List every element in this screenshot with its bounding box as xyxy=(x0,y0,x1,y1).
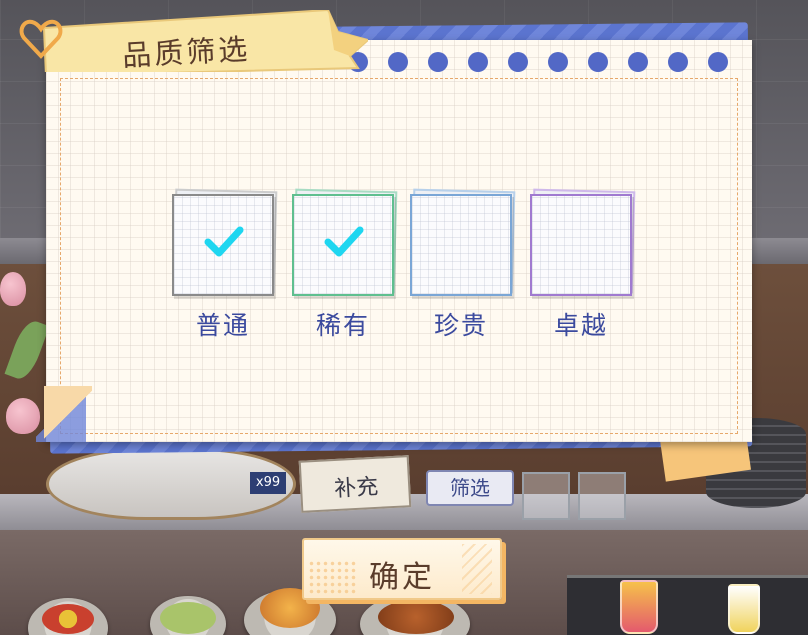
food-item xyxy=(378,600,454,634)
binder-hole xyxy=(668,52,688,72)
title-ribbon: 品质筛选 xyxy=(38,10,368,73)
binder-hole xyxy=(468,52,488,72)
confirm-button[interactable]: 确定 xyxy=(302,538,502,600)
flower-decoration xyxy=(6,398,40,434)
drink-bar xyxy=(567,575,808,635)
option-precious[interactable]: 珍贵 xyxy=(410,188,516,352)
flower-decoration xyxy=(0,272,26,306)
checkbox-precious[interactable] xyxy=(410,194,512,296)
juice-glass xyxy=(728,584,760,634)
option-common[interactable]: 普通 xyxy=(172,188,278,352)
dialog-corner xyxy=(44,386,92,444)
option-label: 稀有 xyxy=(315,311,370,340)
binder-hole xyxy=(628,52,648,72)
binder-hole xyxy=(708,52,728,72)
confirm-label: 确定 xyxy=(369,560,435,595)
juice-glass xyxy=(620,580,658,634)
option-label: 普通 xyxy=(195,311,250,340)
refill-sign: 补充 xyxy=(298,455,412,513)
food-item xyxy=(160,602,216,634)
option-excellent[interactable]: 卓越 xyxy=(530,188,636,352)
item-count-badge: x99 xyxy=(250,472,286,494)
option-label: 卓越 xyxy=(553,311,608,340)
binder-hole xyxy=(588,52,608,72)
checkmark-icon xyxy=(324,226,364,257)
binder-hole xyxy=(388,52,408,72)
heart-icon xyxy=(19,19,63,59)
binder-hole xyxy=(508,52,528,72)
food-item xyxy=(42,604,94,634)
empty-slot xyxy=(522,472,570,520)
dialog-dashed-border xyxy=(60,78,738,434)
option-label: 珍贵 xyxy=(433,311,488,340)
binder-hole xyxy=(548,52,568,72)
checkmark-icon xyxy=(204,226,244,257)
checkbox-excellent[interactable] xyxy=(530,194,632,296)
option-rare[interactable]: 稀有 xyxy=(292,188,398,352)
binder-hole xyxy=(428,52,448,72)
refill-sign-text: 补充 xyxy=(333,474,379,503)
empty-slot xyxy=(578,472,626,520)
filter-button[interactable]: 筛选 xyxy=(426,470,514,506)
